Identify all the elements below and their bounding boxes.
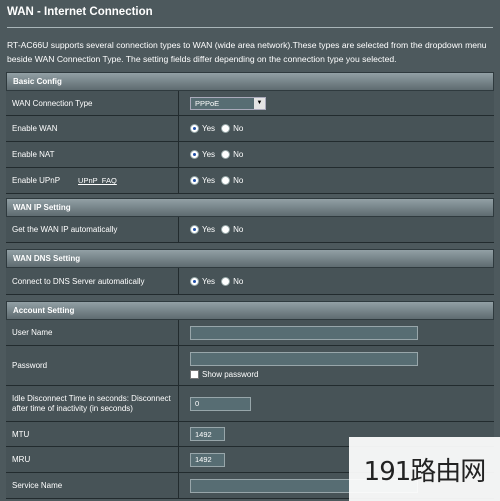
- radio-selected-icon: [190, 150, 199, 159]
- title-divider: [7, 27, 493, 28]
- radio-selected-icon: [190, 225, 199, 234]
- wan-type-label: WAN Connection Type: [6, 91, 179, 115]
- enable-wan-row: Enable WAN Yes No: [6, 116, 494, 142]
- page: WAN - Internet Connection RT-AC66U suppo…: [0, 0, 500, 501]
- idle-row: Idle Disconnect Time in seconds: Disconn…: [6, 386, 494, 422]
- enable-upnp-no-radio[interactable]: No: [221, 176, 243, 185]
- password-label: Password: [6, 346, 179, 385]
- wan-ip-section: WAN IP Setting Get the WAN IP automatica…: [6, 198, 494, 243]
- chevron-down-icon: ▼: [254, 97, 265, 109]
- wan-ip-auto-row: Get the WAN IP automatically Yes No: [6, 217, 494, 243]
- enable-upnp-yes-radio[interactable]: Yes: [190, 176, 215, 185]
- idle-input[interactable]: 0: [190, 396, 251, 411]
- checkbox-icon: [190, 370, 199, 379]
- watermark-text: 191路由网: [363, 456, 487, 487]
- radio-icon: [221, 124, 231, 133]
- radio-icon: [221, 225, 231, 234]
- mtu-input[interactable]: 1492: [190, 427, 225, 441]
- wan-type-select[interactable]: PPPoE ▼: [190, 96, 266, 110]
- radio-icon: [221, 176, 231, 185]
- username-input[interactable]: [190, 325, 418, 340]
- wan-dns-section: WAN DNS Setting Connect to DNS Server au…: [6, 249, 494, 295]
- radio-icon: [221, 276, 231, 286]
- enable-wan-label: Enable WAN: [6, 116, 179, 141]
- enable-upnp-label: Enable UPnP: [12, 176, 61, 185]
- page-title: WAN - Internet Connection: [7, 6, 153, 18]
- show-password-option[interactable]: Show password: [190, 370, 258, 379]
- password-input[interactable]: [190, 352, 418, 366]
- wan-type-value: PPPoE: [195, 98, 220, 108]
- wan-ip-auto-yes-radio[interactable]: Yes: [190, 225, 215, 234]
- enable-wan-no-radio[interactable]: No: [221, 124, 243, 133]
- mru-input[interactable]: 1492: [190, 452, 225, 467]
- password-row: Password Show password: [6, 346, 494, 386]
- dns-auto-row: Connect to DNS Server automatically Yes …: [6, 268, 494, 295]
- username-row: User Name: [6, 320, 494, 346]
- dns-auto-yes-radio[interactable]: Yes: [190, 276, 215, 286]
- mtu-label: MTU: [6, 422, 179, 446]
- username-label: User Name: [6, 320, 179, 345]
- show-password-label: Show password: [202, 370, 259, 379]
- service-name-label: Service Name: [6, 473, 179, 498]
- upnp-faq-link[interactable]: UPnP_FAQ: [78, 176, 117, 185]
- section-heading: WAN IP Setting: [6, 198, 494, 217]
- radio-icon: [221, 150, 231, 159]
- radio-selected-icon: [190, 124, 199, 133]
- radio-selected-icon: [190, 176, 199, 185]
- radio-selected-icon: [190, 276, 199, 286]
- idle-label: Idle Disconnect Time in seconds: Disconn…: [6, 386, 179, 421]
- basic-config-section: Basic Config WAN Connection Type PPPoE ▼…: [6, 72, 494, 194]
- section-heading: Account Setting: [6, 301, 494, 320]
- section-heading: WAN DNS Setting: [6, 249, 494, 268]
- mru-label: MRU: [6, 447, 179, 472]
- enable-nat-row: Enable NAT Yes No: [6, 142, 494, 168]
- watermark-logo: 191路由网: [349, 437, 500, 501]
- dns-auto-label: Connect to DNS Server automatically: [6, 268, 179, 294]
- page-description: RT-AC66U supports several connection typ…: [7, 40, 487, 64]
- wan-ip-auto-label: Get the WAN IP automatically: [6, 217, 179, 242]
- enable-nat-no-radio[interactable]: No: [221, 150, 243, 159]
- wan-ip-auto-no-radio[interactable]: No: [221, 225, 243, 234]
- dns-auto-no-radio[interactable]: No: [221, 276, 243, 286]
- enable-nat-label: Enable NAT: [6, 142, 179, 167]
- wan-type-row: WAN Connection Type PPPoE ▼: [6, 91, 494, 116]
- enable-upnp-row: Enable UPnP UPnP_FAQ Yes No: [6, 168, 494, 194]
- enable-nat-yes-radio[interactable]: Yes: [190, 150, 215, 159]
- enable-wan-yes-radio[interactable]: Yes: [190, 124, 215, 133]
- section-heading: Basic Config: [6, 72, 494, 91]
